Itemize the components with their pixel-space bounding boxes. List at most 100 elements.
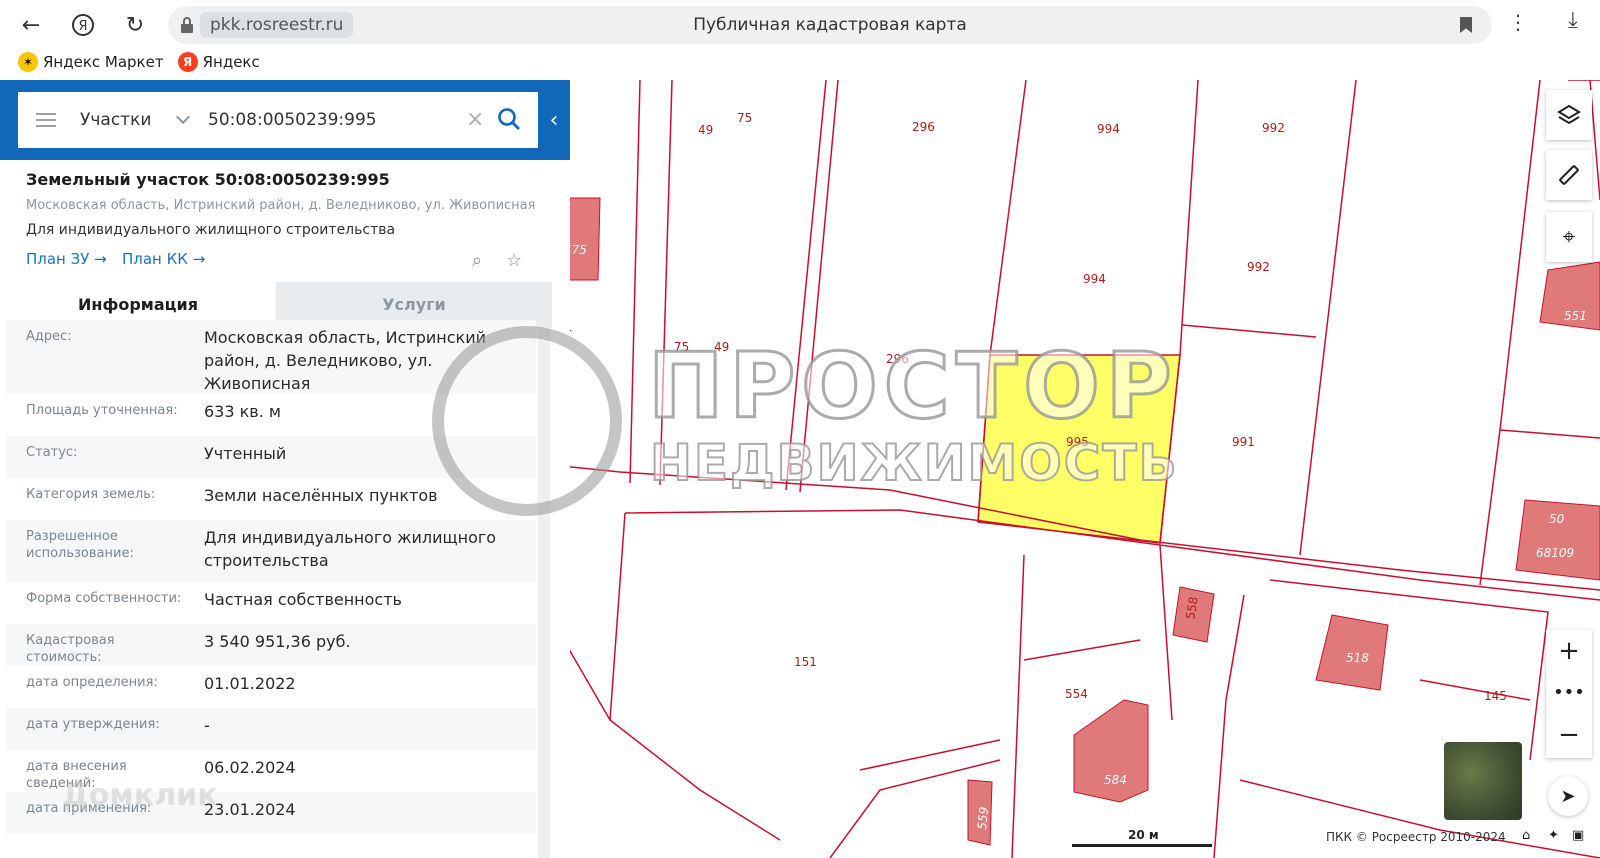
bookmark-label: Яндекс Маркет bbox=[43, 53, 164, 71]
info-row: Категория земель: Земли населённых пункт… bbox=[6, 478, 536, 520]
info-panel: Участки × ‹ Земельный участок 50:08:0050… bbox=[0, 80, 570, 858]
menu-icon[interactable] bbox=[36, 113, 56, 127]
info-key: Площадь уточненная: bbox=[26, 403, 178, 418]
bookmark-yandex[interactable]: Я Яндекс bbox=[177, 52, 260, 72]
parcel-address: Московская область, Истринский район, д.… bbox=[26, 198, 536, 213]
building-label: 50 bbox=[1549, 512, 1565, 526]
info-row: Кадастровая стоимость: 3 540 951,36 руб. bbox=[6, 624, 536, 666]
scale-bar bbox=[1072, 844, 1212, 847]
layers-button[interactable] bbox=[1546, 90, 1592, 140]
info-key: дата определения: bbox=[26, 675, 158, 690]
page-title: Публичная кадастровая карта bbox=[693, 15, 967, 35]
info-value: 01.01.2022 bbox=[204, 674, 296, 693]
search-type-select[interactable]: Участки bbox=[80, 92, 151, 148]
compass-icon[interactable]: ➤ bbox=[1548, 776, 1588, 816]
map-canvas[interactable]: 49 75 296 994 992 994 992 75 49 296 995 … bbox=[552, 80, 1600, 858]
info-key: Категория земель: bbox=[26, 487, 156, 502]
plan-kk-link[interactable]: План КК → bbox=[122, 250, 205, 268]
cadastral-map[interactable]: 49 75 296 994 992 994 992 75 49 296 995 … bbox=[552, 80, 1600, 858]
info-value: 633 кв. м bbox=[204, 402, 281, 421]
plot-label: 151 bbox=[794, 655, 817, 669]
plot-label: 994 bbox=[1083, 272, 1106, 286]
building-label: 584 bbox=[1104, 773, 1127, 787]
download-icon[interactable]: ⤓ bbox=[1568, 8, 1578, 33]
plot-label: 994 bbox=[1097, 122, 1120, 136]
info-key: Форма собственности: bbox=[26, 591, 182, 606]
address-bar[interactable]: pkk.rosreestr.ru Публичная кадастровая к… bbox=[168, 6, 1492, 44]
info-value: 23.01.2024 bbox=[204, 800, 296, 819]
plot-label: 992 bbox=[1262, 121, 1285, 135]
plot-label: 49 bbox=[714, 340, 729, 354]
building-label: 68109 bbox=[1536, 546, 1574, 560]
info-value: Земли населённых пунктов bbox=[204, 486, 438, 505]
info-value: Московская область, Истринский район, д.… bbox=[204, 328, 487, 393]
chevron-down-icon[interactable] bbox=[175, 109, 191, 125]
info-value: Для индивидуального жилищного строительс… bbox=[204, 528, 497, 570]
parcel-use: Для индивидуального жилищного строительс… bbox=[26, 222, 396, 238]
info-key: Адрес: bbox=[26, 329, 72, 344]
satellite-layer-thumbnail[interactable] bbox=[1444, 742, 1522, 820]
selected-plot-995[interactable] bbox=[977, 354, 1181, 544]
info-row: Площадь уточненная: 633 кв. м bbox=[6, 394, 536, 436]
info-row: Адрес: Московская область, Истринский ра… bbox=[6, 320, 536, 394]
bookmark-label: Яндекс bbox=[202, 53, 260, 71]
yandex-market-icon: ✶ bbox=[18, 52, 38, 72]
clear-icon[interactable]: × bbox=[466, 106, 484, 134]
info-key: Статус: bbox=[26, 445, 78, 460]
info-key: Разрешенное использование: bbox=[26, 529, 134, 561]
yandex-home-icon[interactable]: Я bbox=[66, 8, 100, 42]
info-row: Статус: Учтенный bbox=[6, 436, 536, 478]
home-icon[interactable]: ⌂ bbox=[1522, 828, 1530, 843]
plan-zu-link[interactable]: План ЗУ → bbox=[26, 250, 107, 268]
zoom-controls: + ••• − bbox=[1546, 630, 1592, 758]
panel-scrollbar[interactable] bbox=[538, 328, 550, 858]
search-input[interactable] bbox=[208, 106, 458, 134]
reload-icon[interactable]: ↻ bbox=[118, 8, 152, 42]
plot-label: 992 bbox=[1247, 260, 1270, 274]
crosshair-icon: ⌖ bbox=[1562, 224, 1576, 250]
info-value: - bbox=[204, 716, 210, 735]
building-label: 518 bbox=[1346, 651, 1369, 665]
bookmark-yandex-market[interactable]: ✶ Яндекс Маркет bbox=[18, 52, 164, 72]
back-icon[interactable]: ← bbox=[14, 8, 48, 42]
plot-label: 49 bbox=[698, 123, 713, 137]
zoom-out-button[interactable]: − bbox=[1546, 714, 1592, 756]
building-label: 559 bbox=[975, 806, 991, 830]
info-value: 3 540 951,36 руб. bbox=[204, 632, 351, 651]
locate-button[interactable]: ⌖ bbox=[1546, 212, 1592, 262]
svg-text:Я: Я bbox=[78, 19, 87, 34]
building-label: 551 bbox=[1564, 309, 1587, 323]
info-row: дата утверждения: - bbox=[6, 708, 536, 750]
plot-label: 296 bbox=[912, 120, 935, 134]
pointer-icon[interactable]: ✦ bbox=[1548, 828, 1559, 843]
map-copyright: ПКК © Росреестр 2010-2024 bbox=[1326, 830, 1506, 844]
ruler-icon bbox=[1559, 165, 1579, 185]
scale-label: 20 м bbox=[1128, 828, 1159, 842]
info-value: Учтенный bbox=[204, 444, 287, 463]
search-icon[interactable] bbox=[496, 106, 522, 132]
plot-label: 991 bbox=[1232, 435, 1255, 449]
measure-button[interactable] bbox=[1546, 150, 1592, 200]
parcel-title: Земельный участок 50:08:0050239:995 bbox=[26, 170, 390, 189]
plot-label: 554 bbox=[1065, 687, 1088, 701]
favorite-star-icon[interactable]: ☆ bbox=[506, 250, 522, 271]
browser-menu-icon[interactable]: ⋮ bbox=[1508, 10, 1528, 34]
info-value: 06.02.2024 bbox=[204, 758, 296, 777]
plot-label: 75 bbox=[674, 340, 689, 354]
plot-label: 145 bbox=[1484, 689, 1507, 703]
search-bar: Участки × ‹ bbox=[0, 80, 570, 160]
zoom-in-button[interactable]: + bbox=[1546, 630, 1592, 672]
info-row: Разрешенное использование: Для индивидуа… bbox=[6, 520, 536, 582]
zoom-more-icon[interactable]: ••• bbox=[1546, 672, 1592, 714]
bookmarks-bar: ✶ Яндекс Маркет Я Яндекс bbox=[18, 52, 260, 72]
search-box: Участки × bbox=[18, 92, 538, 148]
info-value: Частная собственность bbox=[204, 590, 402, 609]
collapse-panel-icon[interactable]: ‹ bbox=[544, 106, 564, 136]
plot-label: 995 bbox=[1066, 435, 1089, 449]
browser-chrome: ← Я ↻ pkk.rosreestr.ru Публичная кадастр… bbox=[0, 0, 1600, 80]
gallery-icon[interactable]: ▣ bbox=[1572, 828, 1584, 843]
info-row: Форма собственности: Частная собственнос… bbox=[6, 582, 536, 624]
zoom-to-parcel-icon[interactable]: ⌕ bbox=[472, 250, 482, 271]
info-table: Адрес: Московская область, Истринский ра… bbox=[6, 320, 536, 834]
info-row: дата определения: 01.01.2022 bbox=[6, 666, 536, 708]
